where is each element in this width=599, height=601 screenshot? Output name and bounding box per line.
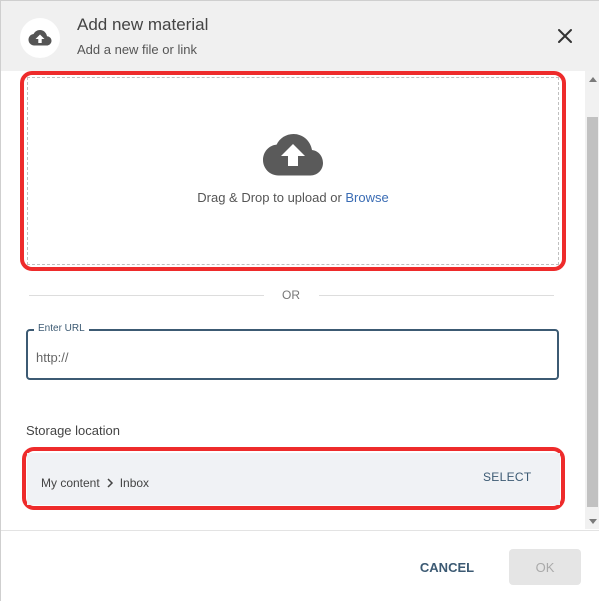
scroll-down-icon[interactable] [585, 515, 599, 527]
url-field[interactable]: Enter URL [26, 323, 559, 380]
or-label: OR [282, 288, 300, 302]
dialog-body: Drag & Drop to upload or Browse OR Enter… [1, 71, 584, 529]
browse-link[interactable]: Browse [345, 190, 388, 205]
scrollbar[interactable] [585, 71, 599, 529]
url-label: Enter URL [34, 323, 89, 334]
scrollbar-thumb[interactable] [587, 117, 598, 507]
file-drop-zone[interactable]: Drag & Drop to upload or Browse [27, 77, 559, 265]
drop-text: Drag & Drop to upload or [197, 190, 346, 205]
divider-line [29, 295, 264, 296]
close-icon [558, 29, 572, 43]
add-material-dialog: Add new material Add a new file or link … [0, 0, 599, 601]
drop-instruction: Drag & Drop to upload or Browse [197, 190, 389, 205]
storage-location-box: My content Inbox SELECT [27, 453, 560, 505]
cloud-upload-icon [263, 134, 323, 176]
scroll-up-icon[interactable] [585, 73, 599, 85]
breadcrumb-item: Inbox [119, 476, 150, 490]
footer-divider [1, 530, 599, 531]
close-button[interactable] [552, 23, 578, 49]
dialog-title: Add new material [77, 15, 209, 34]
url-input[interactable] [36, 348, 536, 366]
select-button[interactable]: SELECT [483, 470, 531, 484]
ok-button[interactable]: OK [509, 549, 581, 585]
cloud-upload-icon [20, 18, 60, 58]
storage-location-label: Storage location [26, 423, 120, 438]
storage-breadcrumb: My content Inbox [41, 476, 149, 490]
dialog-header: Add new material Add a new file or link [1, 1, 599, 71]
cancel-button[interactable]: CANCEL [411, 552, 483, 582]
chevron-right-icon [106, 478, 114, 488]
divider-line [319, 295, 554, 296]
dialog-subtitle: Add a new file or link [77, 42, 197, 57]
or-divider: OR [29, 287, 554, 303]
breadcrumb-item: My content [41, 476, 100, 490]
